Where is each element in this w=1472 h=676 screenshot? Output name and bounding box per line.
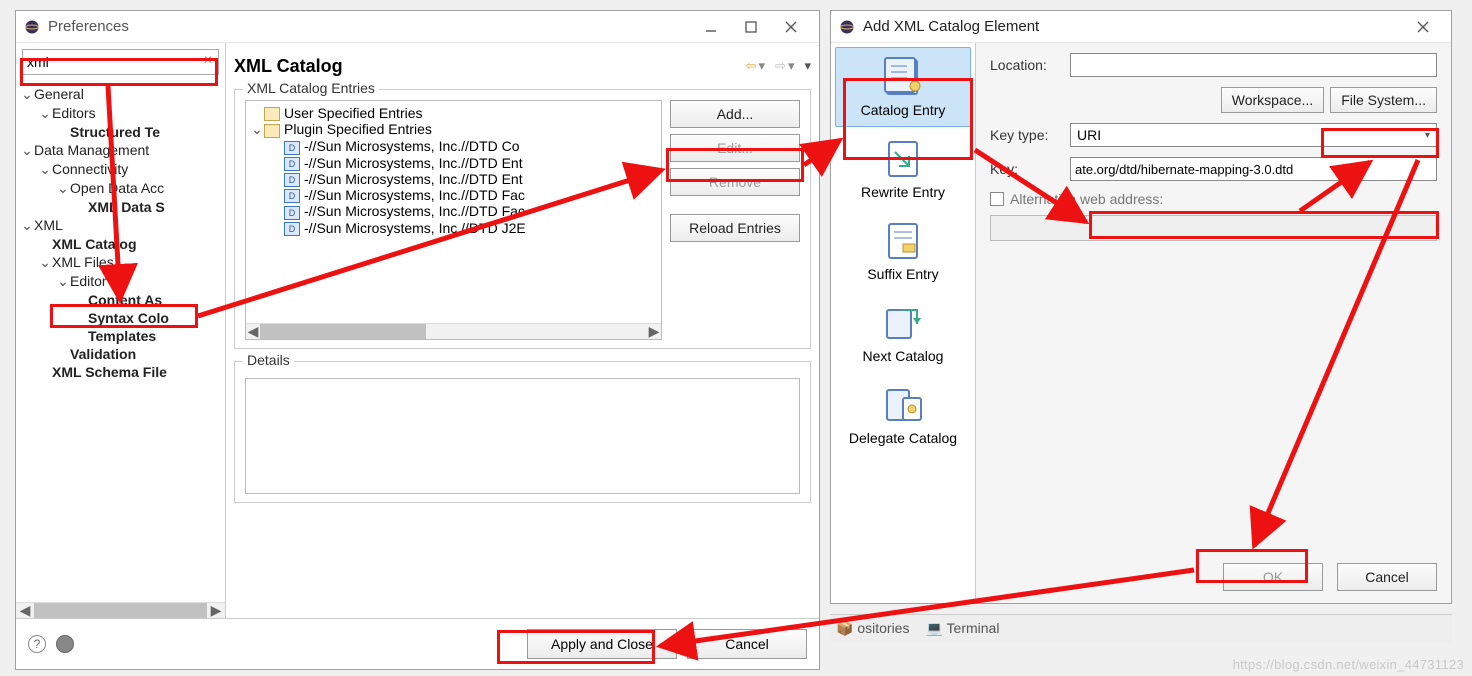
preferences-dialog: Preferences ✕ ⌄General ⌄Editors Structur… (15, 10, 820, 670)
type-next-catalog[interactable]: Next Catalog (835, 293, 971, 373)
alt-web-checkbox[interactable] (990, 192, 1004, 206)
help-icon[interactable]: ? (28, 635, 46, 653)
catalog-entry-row[interactable]: -//Sun Microsystems, Inc.//DTD Ent (304, 171, 523, 187)
eclipse-icon (24, 19, 40, 35)
add-dialog-titlebar: Add XML Catalog Element (831, 11, 1451, 43)
preferences-titlebar: Preferences (16, 11, 819, 43)
import-export-icon[interactable] (56, 635, 74, 653)
catalog-entry-form: Location: Workspace... File System... Ke… (976, 43, 1451, 603)
catalog-entry-row[interactable]: -//Sun Microsystems, Inc.//DTD J2E (304, 220, 526, 236)
eclipse-views-bar: 📦 ositories 💻 Terminal (830, 614, 1452, 642)
eclipse-icon (839, 19, 855, 35)
type-label: Catalog Entry (861, 102, 946, 118)
catalog-type-list[interactable]: Catalog Entry Rewrite Entry Suffix Entry… (831, 43, 976, 603)
entries-group-title: XML Catalog Entries (243, 80, 379, 96)
preferences-sidebar: ✕ ⌄General ⌄Editors Structured Te ⌄Data … (16, 43, 226, 618)
tree-connectivity[interactable]: Connectivity (52, 161, 128, 177)
ok-button[interactable]: OK (1223, 563, 1323, 591)
watermark: https://blog.csdn.net/weixin_44731123 (1233, 657, 1464, 672)
terminal-view[interactable]: Terminal (947, 620, 1000, 636)
key-type-select[interactable]: URI ▾ (1070, 123, 1437, 147)
apply-and-close-button[interactable]: Apply and Close (527, 629, 677, 659)
file-system-button[interactable]: File System... (1330, 87, 1437, 113)
minimize-button[interactable] (691, 13, 731, 41)
tree-open-data-access[interactable]: Open Data Acc (70, 180, 164, 196)
catalog-entry-row[interactable]: -//Sun Microsystems, Inc.//DTD Fac (304, 187, 525, 203)
tree-xml-files[interactable]: XML Files (52, 254, 114, 270)
add-cancel-button[interactable]: Cancel (1337, 563, 1437, 591)
alt-web-input (990, 215, 1437, 241)
reload-entries-button[interactable]: Reload Entries (670, 214, 800, 242)
cancel-button[interactable]: Cancel (687, 629, 807, 659)
repositories-view[interactable]: ositories (857, 620, 909, 636)
entries-hscroll[interactable]: ◀▶ (246, 323, 661, 339)
type-label: Rewrite Entry (861, 184, 945, 200)
edit-button[interactable]: Edit... (670, 134, 800, 162)
entries-plugin-specified[interactable]: Plugin Specified Entries (284, 121, 432, 137)
tree-structured-text[interactable]: Structured Te (70, 124, 160, 140)
preferences-tree[interactable]: ⌄General ⌄Editors Structured Te ⌄Data Ma… (16, 81, 225, 602)
location-input[interactable] (1070, 53, 1437, 77)
key-type-label: Key type: (990, 127, 1062, 143)
chevron-down-icon: ▾ (1425, 130, 1430, 141)
add-close-button[interactable] (1403, 13, 1443, 41)
tree-general[interactable]: General (34, 86, 84, 102)
location-label: Location: (990, 57, 1062, 73)
maximize-button[interactable] (731, 13, 771, 41)
preferences-title: Preferences (48, 18, 691, 35)
add-button[interactable]: Add... (670, 100, 800, 128)
type-label: Delegate Catalog (849, 430, 957, 446)
type-catalog-entry[interactable]: Catalog Entry (835, 47, 971, 127)
key-label: Key: (990, 161, 1062, 177)
add-dialog-title: Add XML Catalog Element (863, 18, 1403, 35)
catalog-entry-row[interactable]: -//Sun Microsystems, Inc.//DTD Fac (304, 203, 525, 219)
key-input[interactable] (1070, 157, 1437, 181)
filter-clear-icon[interactable]: ✕ (203, 53, 213, 67)
menu-caret-icon: ▾ (804, 58, 811, 74)
details-group-title: Details (243, 352, 294, 368)
alt-web-label: Alternative web address: (1010, 191, 1163, 207)
close-button[interactable] (771, 13, 811, 41)
tree-syntax-coloring[interactable]: Syntax Colo (88, 310, 169, 326)
type-label: Suffix Entry (867, 266, 938, 282)
type-label: Next Catalog (863, 348, 944, 364)
tree-xml-catalog[interactable]: XML Catalog (52, 236, 137, 252)
tree-xml-schema-files[interactable]: XML Schema File (52, 364, 167, 380)
entries-user-specified[interactable]: User Specified Entries (284, 105, 423, 121)
type-rewrite-entry[interactable]: Rewrite Entry (835, 129, 971, 209)
tree-xml-data-s[interactable]: XML Data S (88, 199, 165, 215)
tree-editors[interactable]: Editors (52, 105, 96, 121)
tree-scrollbar[interactable]: ◀ ▶ (16, 602, 225, 618)
type-delegate-catalog[interactable]: Delegate Catalog (835, 375, 971, 455)
page-nav-arrows[interactable]: ⇦▾ ⇨▾ ▾ (746, 58, 811, 74)
tree-content-assist[interactable]: Content As (88, 292, 162, 308)
back-icon: ⇦ (746, 58, 757, 74)
add-catalog-dialog: Add XML Catalog Element Catalog Entry Re… (830, 10, 1452, 604)
forward-icon: ⇨ (775, 58, 786, 74)
workspace-button[interactable]: Workspace... (1221, 87, 1324, 113)
page-title: XML Catalog (234, 56, 746, 77)
tree-templates[interactable]: Templates (88, 328, 156, 344)
catalog-entry-row[interactable]: -//Sun Microsystems, Inc.//DTD Co (304, 138, 519, 154)
entries-tree[interactable]: User Specified Entries ⌄Plugin Specified… (245, 100, 662, 340)
tree-editor[interactable]: Editor (70, 273, 107, 289)
tree-xml[interactable]: XML (34, 217, 63, 233)
catalog-entry-row[interactable]: -//Sun Microsystems, Inc.//DTD Ent (304, 155, 523, 171)
key-type-value: URI (1077, 127, 1101, 143)
type-suffix-entry[interactable]: Suffix Entry (835, 211, 971, 291)
preferences-filter-input[interactable] (22, 49, 219, 75)
tree-data-management[interactable]: Data Management (34, 142, 149, 158)
tree-validation[interactable]: Validation (70, 346, 136, 362)
xml-catalog-entries-group: XML Catalog Entries User Specified Entri… (234, 89, 811, 349)
remove-button[interactable]: Remove (670, 168, 800, 196)
details-area (245, 378, 800, 494)
